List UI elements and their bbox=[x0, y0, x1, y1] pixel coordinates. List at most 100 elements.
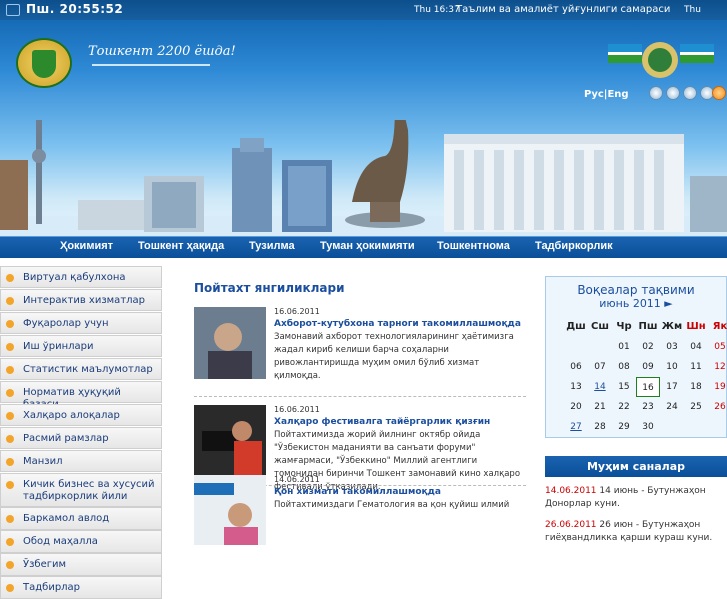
important-date-item: 26.06.2011 26 июн - Бутунжаҳон гиёҳвандл… bbox=[545, 519, 727, 545]
news-item: 16.06.2011 Халқаро фестивалга тайёргарли… bbox=[194, 405, 526, 492]
print-icon[interactable] bbox=[666, 86, 680, 100]
nav-tuzilma[interactable]: Тузилма bbox=[249, 240, 295, 252]
sidebar-item-interactive-services[interactable]: Интерактив хизматлар bbox=[0, 288, 162, 312]
slogan: Тошкент 2200 ёшда! bbox=[88, 44, 236, 59]
calendar-day: 07 bbox=[594, 362, 606, 372]
sidebar-item-label: Расмий рамзлар bbox=[23, 432, 109, 444]
news-section-title: Пойтахт янгиликлари bbox=[194, 281, 345, 295]
calendar-day: 01 bbox=[618, 342, 630, 352]
calendar-weekday: Пш bbox=[638, 321, 658, 332]
bullet-icon bbox=[6, 480, 14, 489]
news-date: 14.06.2011 bbox=[274, 475, 320, 484]
nav-tadbirkorlik[interactable]: Тадбиркорлик bbox=[535, 240, 613, 252]
sidebar-item-uzbegim[interactable]: Ўзбегим bbox=[0, 553, 162, 576]
ticker-time-next: Thu bbox=[684, 5, 701, 15]
sidebar-item-symbols[interactable]: Расмий рамзлар bbox=[0, 426, 162, 450]
sidebar-item-label: Обод маҳалла bbox=[23, 536, 98, 548]
calendar-day: 21 bbox=[594, 402, 606, 412]
calendar-day: 28 bbox=[594, 422, 606, 432]
calendar-day: 04 bbox=[690, 342, 702, 352]
calendar-week-row: 01 02 03 04 05 bbox=[564, 337, 727, 357]
bullet-icon bbox=[6, 457, 14, 466]
calendar-day: 16 bbox=[635, 377, 661, 397]
sidebar-item-statistics[interactable]: Статистик маълумотлар bbox=[0, 357, 162, 381]
news-photo-donor[interactable] bbox=[194, 475, 266, 545]
sidebar-item-label: Статистик маълумотлар bbox=[23, 363, 153, 375]
calendar-week-row: 06 07 08 09 10 11 12 bbox=[564, 357, 727, 377]
news-ticker[interactable]: Таълим ва амалиёт уйғунлиги самараси bbox=[456, 4, 670, 15]
calendar-day: 30 bbox=[642, 422, 654, 432]
calendar-weekday: Жм bbox=[661, 321, 683, 332]
bullet-icon bbox=[6, 342, 14, 351]
news-headline-link[interactable]: Халқаро фестивалга тайёргарлик қизғин bbox=[274, 417, 490, 427]
sidebar-item-legal-base[interactable]: Норматив ҳуқуқий базаси bbox=[0, 380, 162, 410]
lang-en-link[interactable]: Eng bbox=[607, 89, 628, 100]
news-summary: Пойтахтимиздаги Гематология ва қон қуйиш… bbox=[274, 500, 510, 510]
calendar-weekday: Чр bbox=[616, 321, 632, 332]
top-bar: Пш. 20:55:52 Thu 16:37 Таълим ва амалиёт… bbox=[0, 0, 727, 20]
bullet-icon bbox=[6, 319, 14, 328]
calendar-day[interactable]: 27 bbox=[564, 417, 588, 437]
calendar-day: 03 bbox=[666, 342, 678, 352]
bullet-icon bbox=[6, 274, 14, 282]
bullet-icon bbox=[6, 515, 14, 524]
sidebar-item-label: Виртуал қабулхона bbox=[23, 272, 126, 283]
rss-icon[interactable] bbox=[712, 86, 726, 100]
sidebar-item-international[interactable]: Халқаро алоқалар bbox=[0, 403, 162, 427]
important-dates-header: Муҳим саналар bbox=[545, 456, 727, 477]
calendar-empty-cell bbox=[708, 417, 727, 437]
sidebar-item-small-business[interactable]: Кичик бизнес ва хусусий тадбиркорлик йил… bbox=[0, 472, 162, 507]
sidebar-item-for-citizens[interactable]: Фуқаролар учун bbox=[0, 311, 162, 335]
clock-icon bbox=[6, 4, 20, 16]
calendar-day: 29 bbox=[618, 422, 630, 432]
sidebar-item-address[interactable]: Манзил bbox=[0, 449, 162, 473]
calendar-month-next-link[interactable]: июнь 2011 ► bbox=[546, 297, 726, 310]
calendar-day: 11 bbox=[690, 362, 702, 372]
sidebar-item-label: Кичик бизнес ва хусусий тадбиркорлик йил… bbox=[23, 478, 155, 502]
calendar-grid: Дш Сш Чр Пш Жм Шн Як 01 02 03 04 05 06 07 08 09 10 11 12 13… bbox=[564, 317, 727, 437]
news-date: 16.06.2011 bbox=[274, 405, 320, 414]
sidebar-item-jobs[interactable]: Иш ўринлари bbox=[0, 334, 162, 358]
divider bbox=[194, 396, 526, 397]
nav-toshkent-haqida[interactable]: Тошкент ҳақида bbox=[138, 240, 224, 252]
news-item: 16.06.2011 Ахборот-кутубхона тарноги так… bbox=[194, 307, 526, 387]
clock-display: Пш. 20:55:52 bbox=[26, 2, 124, 16]
calendar-day: 15 bbox=[618, 382, 630, 392]
calendar-day: 22 bbox=[618, 402, 630, 412]
news-photo-library[interactable] bbox=[194, 307, 266, 379]
nav-hokimiyat[interactable]: Ҳокимият bbox=[60, 240, 113, 252]
news-date: 16.06.2011 bbox=[274, 307, 320, 316]
main-navigation: Ҳокимият Тошкент ҳақида Тузилма Туман ҳо… bbox=[0, 236, 727, 258]
bullet-icon bbox=[6, 538, 14, 547]
sidebar-item-label: Манзил bbox=[23, 455, 63, 467]
sidebar-item-label: Халқаро алоқалар bbox=[23, 409, 120, 421]
sidebar-item-barkamol[interactable]: Баркамол авлод bbox=[0, 507, 162, 530]
bullet-icon bbox=[6, 434, 14, 443]
events-calendar: Воқеалар тақвими июнь 2011 ► Дш Сш Чр Пш Жм Ш… bbox=[545, 276, 727, 438]
mail-icon[interactable] bbox=[649, 86, 663, 100]
city-emblem-logo[interactable] bbox=[16, 38, 72, 88]
sitemap-icon[interactable] bbox=[683, 86, 697, 100]
sidebar-item-events[interactable]: Тадбирлар bbox=[0, 576, 162, 599]
bullet-icon bbox=[6, 584, 14, 593]
calendar-day: 17 bbox=[666, 382, 678, 392]
news-headline-link[interactable]: Қон хизмати такомиллашмоқда bbox=[274, 487, 441, 497]
calendar-day: 13 bbox=[570, 382, 582, 392]
news-photo-festival[interactable] bbox=[194, 405, 266, 477]
lang-ru-link[interactable]: Рус bbox=[584, 89, 604, 100]
calendar-day: 10 bbox=[666, 362, 678, 372]
ticker-time: Thu 16:37 bbox=[414, 5, 460, 15]
city-skyline-image bbox=[0, 120, 727, 236]
sidebar-menu: Виртуал қабулхона Интерактив хизматлар Ф… bbox=[0, 266, 162, 599]
state-symbols-image bbox=[608, 42, 714, 78]
sidebar-item-obod-mahalla[interactable]: Обод маҳалла bbox=[0, 530, 162, 553]
news-headline-link[interactable]: Ахборот-кутубхона тарноги такомиллашмоқд… bbox=[274, 319, 521, 329]
calendar-day[interactable]: 14 bbox=[588, 377, 612, 397]
nav-toshkentnoma[interactable]: Тошкентнома bbox=[437, 240, 510, 252]
bullet-icon bbox=[6, 296, 14, 305]
calendar-day: 12 bbox=[714, 362, 726, 372]
event-date: 14.06.2011 bbox=[545, 486, 597, 496]
nav-tuman-hokimiyati[interactable]: Туман ҳокимияти bbox=[320, 240, 415, 252]
sidebar-item-virtual-reception[interactable]: Виртуал қабулхона bbox=[0, 266, 162, 289]
calendar-week-row: 20 21 22 23 24 25 26 bbox=[564, 397, 727, 417]
